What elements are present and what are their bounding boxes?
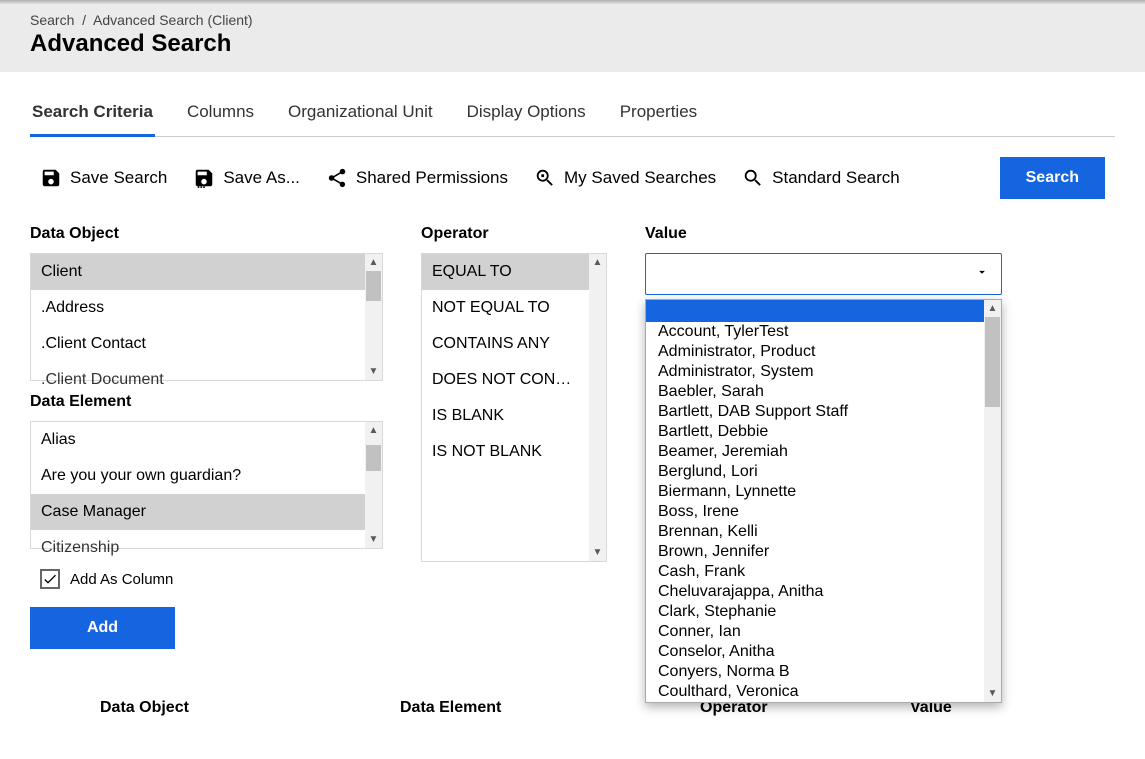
list-item[interactable]: NOT EQUAL TO bbox=[422, 290, 589, 326]
breadcrumb-current: Advanced Search (Client) bbox=[93, 12, 253, 28]
scroll-up-icon[interactable]: ▲ bbox=[365, 254, 382, 271]
dropdown-item[interactable]: Conselor, Anitha bbox=[646, 642, 983, 662]
my-saved-searches-button[interactable]: My Saved Searches bbox=[534, 167, 716, 189]
save-as-button[interactable]: Save As... bbox=[193, 167, 300, 189]
dropdown-item[interactable]: Brennan, Kelli bbox=[646, 522, 983, 542]
data-element-listbox[interactable]: Alias Are you your own guardian? Case Ma… bbox=[30, 421, 383, 549]
dropdown-item[interactable]: Coulthard, Veronica bbox=[646, 682, 983, 702]
list-item[interactable]: Citizenship bbox=[31, 530, 365, 566]
search-button[interactable]: Search bbox=[1000, 157, 1105, 199]
value-label: Value bbox=[645, 225, 1115, 243]
toolbar: Save Search Save As... Shared Permission… bbox=[30, 137, 1115, 209]
value-dropdown-panel[interactable]: Account, TylerTest Administrator, Produc… bbox=[645, 299, 1002, 703]
tab-columns[interactable]: Columns bbox=[185, 92, 256, 136]
list-item[interactable]: Alias bbox=[31, 422, 365, 458]
list-item[interactable]: IS NOT BLANK bbox=[422, 434, 589, 470]
chevron-down-icon bbox=[975, 265, 989, 283]
page-header: Search / Advanced Search (Client) Advanc… bbox=[0, 4, 1145, 72]
add-button[interactable]: Add bbox=[30, 607, 175, 649]
column-header-data-element: Data Element bbox=[400, 699, 660, 717]
breadcrumb: Search / Advanced Search (Client) bbox=[30, 12, 1115, 28]
list-item[interactable]: .Client Document bbox=[31, 362, 365, 398]
data-object-listbox[interactable]: Client .Address .Client Contact .Client … bbox=[30, 253, 383, 381]
breadcrumb-root[interactable]: Search bbox=[30, 12, 74, 28]
tab-organizational-unit[interactable]: Organizational Unit bbox=[286, 92, 435, 136]
operator-label: Operator bbox=[421, 225, 607, 243]
dropdown-highlight[interactable] bbox=[646, 300, 1001, 322]
dropdown-item[interactable]: Berglund, Lori bbox=[646, 462, 983, 482]
check-icon bbox=[42, 571, 58, 587]
dropdown-item[interactable]: Cheluvarajappa, Anitha bbox=[646, 582, 983, 602]
scroll-down-icon[interactable]: ▼ bbox=[365, 363, 382, 380]
tabs: Search Criteria Columns Organizational U… bbox=[30, 92, 1115, 137]
dropdown-item[interactable]: Baebler, Sarah bbox=[646, 382, 983, 402]
scroll-up-icon[interactable]: ▲ bbox=[589, 254, 606, 271]
add-as-column-checkbox[interactable] bbox=[40, 569, 60, 589]
dropdown-item[interactable]: Boss, Irene bbox=[646, 502, 983, 522]
shared-permissions-button[interactable]: Shared Permissions bbox=[326, 167, 508, 189]
scroll-down-icon[interactable]: ▼ bbox=[984, 685, 1001, 702]
dropdown-item[interactable]: Bartlett, Debbie bbox=[646, 422, 983, 442]
scroll-thumb[interactable] bbox=[366, 271, 381, 301]
scroll-thumb[interactable] bbox=[366, 445, 381, 471]
dropdown-item[interactable]: Bartlett, DAB Support Staff bbox=[646, 402, 983, 422]
tab-display-options[interactable]: Display Options bbox=[465, 92, 588, 136]
add-as-column-label: Add As Column bbox=[70, 571, 173, 588]
dropdown-item[interactable]: Administrator, Product bbox=[646, 342, 983, 362]
value-combobox[interactable] bbox=[645, 253, 1002, 295]
scrollbar[interactable]: ▲ ▼ bbox=[589, 254, 606, 561]
dropdown-item[interactable]: Account, TylerTest bbox=[646, 322, 983, 342]
dropdown-item[interactable]: Cash, Frank bbox=[646, 562, 983, 582]
search-icon bbox=[742, 167, 764, 189]
data-object-label: Data Object bbox=[30, 225, 383, 243]
tab-search-criteria[interactable]: Search Criteria bbox=[30, 92, 155, 137]
list-item[interactable]: Are you your own guardian? bbox=[31, 458, 365, 494]
list-item[interactable]: .Client Contact bbox=[31, 326, 365, 362]
scroll-down-icon[interactable]: ▼ bbox=[589, 544, 606, 561]
scrollbar[interactable]: ▲ ▼ bbox=[984, 300, 1001, 702]
dropdown-item[interactable]: Clark, Stephanie bbox=[646, 602, 983, 622]
list-item[interactable]: CONTAINS ANY bbox=[422, 326, 589, 362]
list-item[interactable]: EQUAL TO bbox=[422, 254, 589, 290]
tab-properties[interactable]: Properties bbox=[618, 92, 699, 136]
list-item[interactable]: .Address bbox=[31, 290, 365, 326]
standard-search-button[interactable]: Standard Search bbox=[742, 167, 900, 189]
dropdown-item[interactable]: Beamer, Jeremiah bbox=[646, 442, 983, 462]
share-icon bbox=[326, 167, 348, 189]
dropdown-item[interactable]: Conyers, Norma B bbox=[646, 662, 983, 682]
operator-listbox[interactable]: EQUAL TO NOT EQUAL TO CONTAINS ANY DOES … bbox=[421, 253, 607, 562]
scrollbar[interactable]: ▲ ▼ bbox=[365, 254, 382, 380]
scroll-thumb[interactable] bbox=[985, 317, 1000, 407]
dropdown-item[interactable]: Administrator, System bbox=[646, 362, 983, 382]
save-search-button[interactable]: Save Search bbox=[40, 167, 167, 189]
saved-search-icon bbox=[534, 167, 556, 189]
page-title: Advanced Search bbox=[30, 30, 1115, 58]
column-header-data-object: Data Object bbox=[100, 699, 360, 717]
save-icon bbox=[40, 167, 62, 189]
scroll-up-icon[interactable]: ▲ bbox=[984, 300, 1001, 317]
save-as-icon bbox=[193, 167, 215, 189]
dropdown-item[interactable]: Brown, Jennifer bbox=[646, 542, 983, 562]
dropdown-item[interactable]: Conner, Ian bbox=[646, 622, 983, 642]
scroll-down-icon[interactable]: ▼ bbox=[365, 531, 382, 548]
dropdown-item[interactable]: Biermann, Lynnette bbox=[646, 482, 983, 502]
list-item[interactable]: IS BLANK bbox=[422, 398, 589, 434]
list-item[interactable]: Case Manager bbox=[31, 494, 365, 530]
list-item[interactable]: DOES NOT CONTAIN bbox=[422, 362, 589, 398]
list-item[interactable]: Client bbox=[31, 254, 365, 290]
scrollbar[interactable]: ▲ ▼ bbox=[365, 422, 382, 548]
scroll-up-icon[interactable]: ▲ bbox=[365, 422, 382, 439]
